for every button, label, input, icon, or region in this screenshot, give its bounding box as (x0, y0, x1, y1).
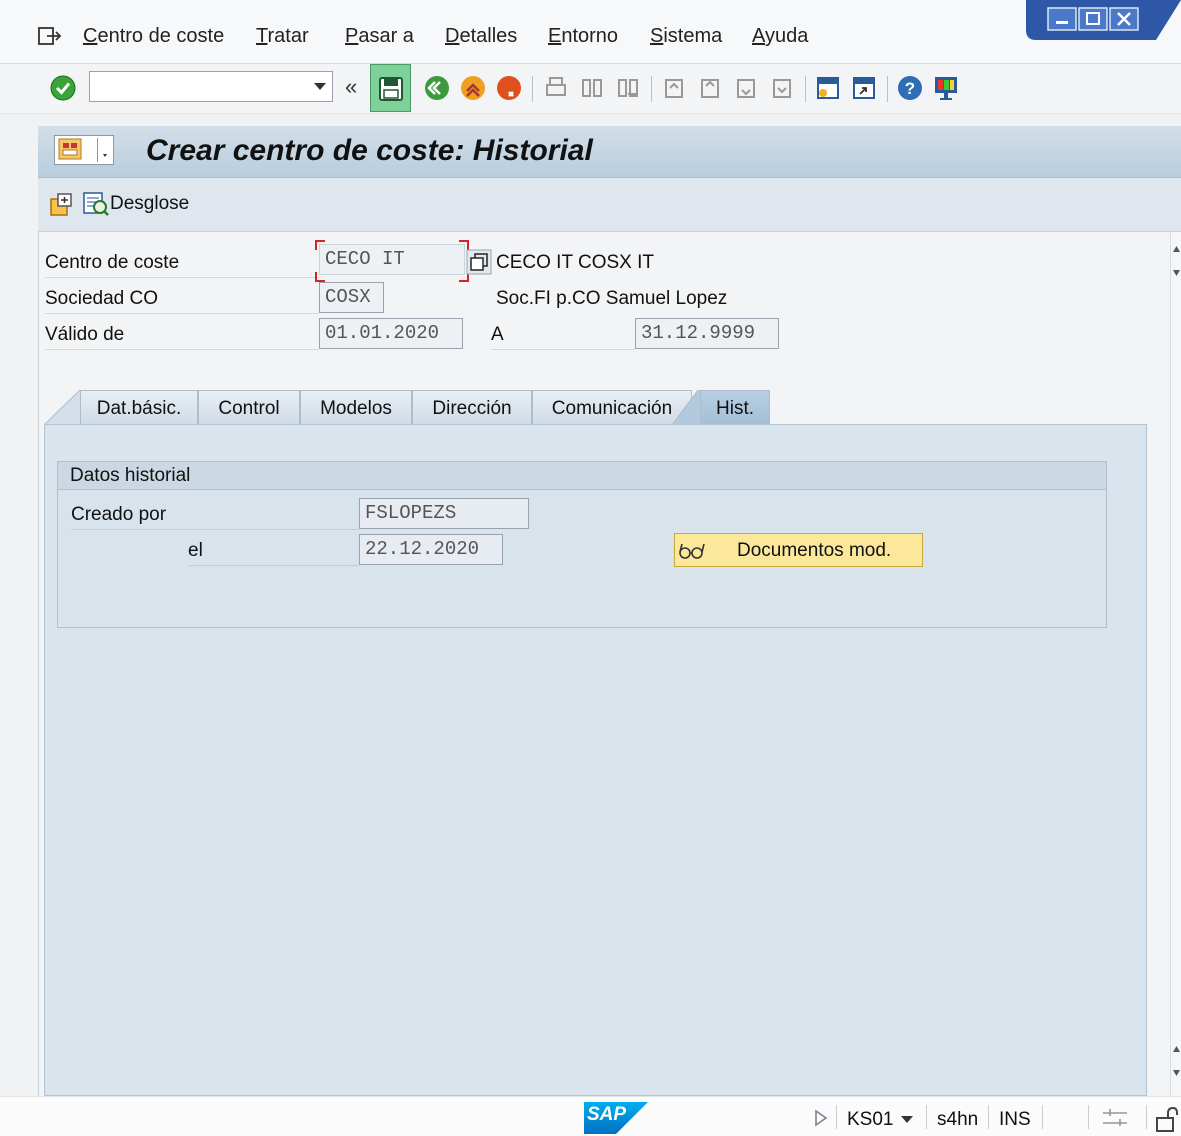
cost-center-description: CECO IT COSX IT (496, 252, 655, 273)
tab-hist[interactable]: Hist. (700, 390, 770, 425)
active-tab-slant (672, 390, 702, 425)
menu-centro-de-coste[interactable]: Centro de coste (83, 25, 224, 48)
tab-layout-icon[interactable] (1100, 1107, 1130, 1129)
tab-control-label: Control (218, 398, 280, 419)
new-session-icon[interactable] (814, 74, 842, 102)
scroll-arrows-bottom[interactable] (1172, 1040, 1181, 1080)
menu-bar: Centro de coste Tratar Pasar a Detalles … (0, 0, 1181, 64)
tab-control[interactable]: Control (198, 390, 300, 425)
drilldown-icon (83, 192, 109, 216)
long-text-icon[interactable] (466, 249, 492, 275)
menu-icon[interactable] (38, 26, 62, 46)
tab-dat-basic-label: Dat.básic. (96, 398, 182, 419)
desglose-label: Desglose (110, 193, 190, 214)
status-bar: SAP KS01 s4hn INS (0, 1096, 1181, 1136)
tab-comunicacion[interactable]: Comunicación (532, 390, 692, 425)
tab-comunicacion-label: Comunicación (551, 398, 673, 419)
exit-icon[interactable] (459, 74, 487, 102)
find-icon (582, 79, 602, 97)
enter-check-icon[interactable] (49, 74, 77, 102)
focus-corners (315, 240, 469, 282)
tab-dat-basic[interactable]: Dat.básic. (80, 390, 198, 425)
menu-detalles[interactable]: Detalles (445, 25, 517, 48)
valid-from-value: 01.01.2020 (325, 322, 440, 344)
standard-toolbar: « ? (0, 64, 1181, 114)
back-icon[interactable] (423, 74, 451, 102)
save-button[interactable] (370, 64, 411, 112)
status-dropdown-icon[interactable] (900, 1115, 914, 1125)
page-title: Crear centro de coste: Historial (146, 134, 593, 167)
menu-ayuda[interactable]: Ayuda (752, 25, 808, 48)
screen-menu-icon[interactable] (54, 135, 114, 165)
history-group-title: Datos historial (58, 462, 1106, 490)
previous-page-icon (701, 79, 719, 98)
unlock-icon[interactable] (1154, 1105, 1178, 1133)
menu-tratar[interactable]: Tratar (256, 25, 309, 48)
tab-direccion[interactable]: Dirección (412, 390, 532, 425)
menu-sistema[interactable]: Sistema (650, 25, 722, 48)
glasses-icon (679, 543, 705, 559)
last-page-icon (773, 79, 791, 98)
created-on-value: 22.12.2020 (365, 538, 480, 560)
valid-to-label: A (491, 316, 635, 350)
shortcut-icon[interactable] (850, 74, 878, 102)
command-field[interactable] (89, 71, 333, 102)
save-icon (379, 77, 403, 101)
created-by-label: Creado por (71, 496, 359, 530)
application-toolbar: Desglose (38, 178, 1181, 232)
valid-to-field: 31.12.9999 (635, 318, 779, 349)
cancel-icon[interactable] (495, 74, 523, 102)
first-page-icon (665, 79, 683, 98)
window-controls (1026, 0, 1181, 40)
created-by-field: FSLOPEZS (359, 498, 529, 529)
layout-menu-icon[interactable] (932, 74, 960, 102)
change-documents-label: Documentos mod. (737, 540, 892, 561)
tab-hist-label: Hist. (716, 398, 754, 419)
valid-from-field: 01.01.2020 (319, 318, 463, 349)
title-bar: Crear centro de coste: Historial (38, 126, 1181, 178)
minimize-icon[interactable] (1047, 7, 1077, 31)
desglose-button[interactable]: Desglose (82, 188, 234, 222)
sap-logo-text: SAP (587, 1104, 627, 1125)
find-next-icon (618, 79, 638, 97)
maximize-icon[interactable] (1078, 7, 1108, 31)
created-by-value: FSLOPEZS (365, 502, 457, 524)
company-value: COSX (325, 286, 371, 308)
company-label: Sociedad CO (45, 280, 319, 314)
cost-center-label: Centro de coste (45, 244, 319, 278)
change-documents-button[interactable]: Documentos mod. (674, 533, 923, 567)
chevron-down-icon[interactable] (314, 83, 326, 90)
menu-entorno[interactable]: Entorno (548, 25, 618, 48)
company-field: COSX (319, 282, 384, 313)
valid-from-label: Válido de (45, 316, 319, 350)
transaction-code: KS01 (847, 1109, 894, 1130)
play-arrow-icon[interactable] (814, 1109, 828, 1127)
print-icon (546, 77, 566, 96)
tab-modelos-label: Modelos (320, 398, 392, 419)
company-description: Soc.FI p.CO Samuel Lopez (496, 288, 728, 309)
system-name: s4hn (937, 1109, 979, 1130)
input-mode: INS (999, 1109, 1031, 1130)
svg-text:?: ? (905, 79, 915, 98)
tab-modelos[interactable]: Modelos (300, 390, 412, 425)
other-object-icon[interactable] (48, 191, 74, 217)
scroll-arrows-top[interactable] (1172, 240, 1181, 280)
tab-direccion-label: Dirección (432, 398, 512, 419)
tab-strip-left-slant (44, 390, 84, 425)
help-icon[interactable]: ? (896, 74, 924, 102)
created-on-label: el (188, 532, 359, 566)
next-page-icon (737, 79, 755, 98)
menu-pasar-a[interactable]: Pasar a (345, 25, 414, 48)
valid-to-value: 31.12.9999 (641, 322, 756, 344)
vertical-scrollbar[interactable] (1170, 232, 1181, 1096)
collapse-chevron[interactable]: « (345, 74, 357, 100)
created-on-field: 22.12.2020 (359, 534, 503, 565)
